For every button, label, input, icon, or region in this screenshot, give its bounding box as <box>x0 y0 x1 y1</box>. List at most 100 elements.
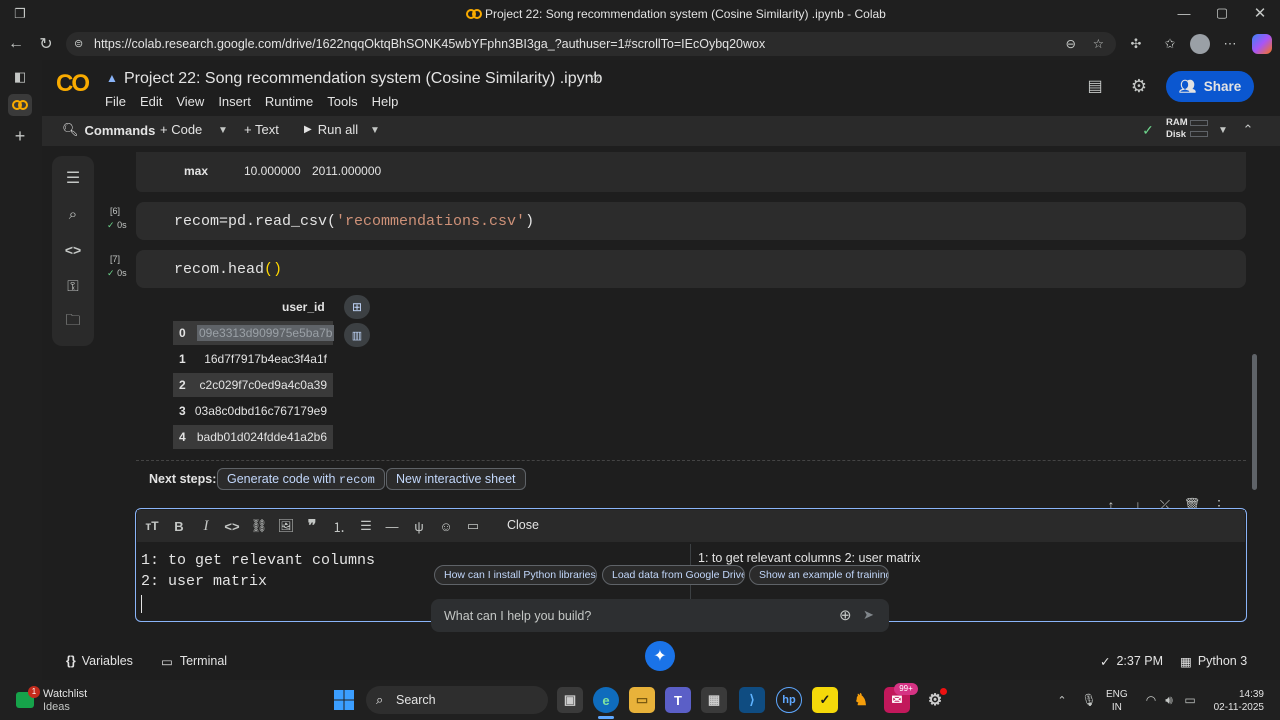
numbered-list-icon[interactable]: ⒈ <box>328 515 350 537</box>
code-format-icon[interactable]: <> <box>221 515 243 537</box>
terminal-button[interactable]: ▭ Terminal <box>161 654 227 669</box>
selected-cell[interactable]: 09e3313d909975e5ba7b <box>197 325 335 341</box>
toc-icon[interactable]: ☰ <box>62 168 84 188</box>
notebook-scrollbar[interactable] <box>1252 354 1257 490</box>
emoji-icon[interactable]: ☺ <box>435 515 457 537</box>
run-all-button[interactable]: ▶ Run all <box>304 122 358 137</box>
watchlist-widget[interactable]: Watchlist Ideas <box>43 688 87 714</box>
todo-check-icon[interactable]: ✓ <box>812 687 838 713</box>
latex-icon[interactable]: ψ <box>408 515 430 537</box>
task-view-icon[interactable]: ▣ <box>557 687 583 713</box>
suggestion-chip-3[interactable]: Show an example of training a <box>749 565 889 585</box>
battery-icon[interactable]: ▭ <box>1182 692 1198 708</box>
start-windows-icon[interactable] <box>333 689 355 711</box>
quote-icon[interactable]: ❞ <box>301 515 323 537</box>
reader-icon[interactable]: ⊖ <box>1066 32 1076 56</box>
menu-insert[interactable]: Insert <box>218 94 251 109</box>
tab-actions-icon[interactable]: ◧ <box>10 68 30 86</box>
add-code-button[interactable]: + Code <box>160 122 202 137</box>
language-indicator[interactable]: ENG IN <box>1106 688 1128 714</box>
menu-file[interactable]: File <box>105 94 126 109</box>
code-cell-7[interactable]: recom.head() <box>136 250 1246 288</box>
menu-runtime[interactable]: Runtime <box>265 94 313 109</box>
add-text-button[interactable]: + Text <box>244 122 279 137</box>
markdown-source[interactable]: 1: to get relevant columns 2: user matri… <box>141 550 375 613</box>
commands-button[interactable]: 🔍︎ Commands <box>62 122 155 138</box>
comments-icon[interactable]: ▤ <box>1084 76 1106 96</box>
new-interactive-sheet-chip[interactable]: New interactive sheet <box>386 468 526 490</box>
close-editor-button[interactable]: Close <box>507 518 539 532</box>
colab-logo[interactable]: CO <box>56 70 90 98</box>
secrets-key-icon[interactable]: ⚿ <box>62 276 84 296</box>
add-attachment-icon[interactable]: ⊕ <box>839 606 852 624</box>
new-tab-icon[interactable]: + <box>10 126 30 146</box>
taskbar-search[interactable]: ⌕ Search <box>366 686 548 714</box>
close-window-icon[interactable]: ✕ <box>1250 4 1270 22</box>
hp-icon[interactable]: hp <box>776 687 802 713</box>
menu-view[interactable]: View <box>176 94 204 109</box>
reload-icon[interactable]: ↻ <box>36 34 56 54</box>
favorite-icon[interactable]: ☆ <box>1093 32 1104 56</box>
teams-icon[interactable]: T <box>665 687 691 713</box>
notebook-title[interactable]: Project 22: Song recommendation system (… <box>124 70 602 88</box>
settings-icon[interactable]: ⚙ <box>1128 76 1150 96</box>
profile-avatar[interactable] <box>1190 34 1210 54</box>
share-button[interactable]: 👥︎ Share <box>1166 71 1254 102</box>
copilot-icon[interactable] <box>1252 34 1272 54</box>
bullet-list-icon[interactable]: ☰ <box>355 515 377 537</box>
menu-edit[interactable]: Edit <box>140 94 162 109</box>
wifi-icon[interactable]: ◠ <box>1144 692 1158 708</box>
calculator-icon[interactable]: ▦ <box>701 687 727 713</box>
suggestion-chip-1[interactable]: How can I install Python libraries? <box>434 565 597 585</box>
execution-status[interactable]: ✓ 2:37 PM <box>1100 654 1163 669</box>
tray-chevron-icon[interactable]: ⌃ <box>1055 692 1069 708</box>
favorites-icon[interactable]: ✩ <box>1160 34 1180 54</box>
vscode-icon[interactable]: ⟩ <box>739 687 765 713</box>
image-icon[interactable]: 🖼︎ <box>275 515 297 537</box>
tab-title[interactable]: Project 22: Song recommendation system (… <box>485 7 886 21</box>
file-explorer-icon[interactable]: ▭ <box>629 687 655 713</box>
resources-indicator[interactable]: RAM Disk <box>1166 117 1188 141</box>
bold-icon[interactable]: B <box>168 515 190 537</box>
app-flame-icon[interactable]: ♞ <box>848 687 874 713</box>
gemini-sparkle-button[interactable]: ✦ <box>645 641 675 671</box>
send-icon[interactable]: ➤ <box>863 607 874 623</box>
back-icon[interactable]: ← <box>6 34 26 54</box>
minimize-icon[interactable]: — <box>1174 4 1194 22</box>
preview-layout-icon[interactable]: ▭ <box>462 515 484 537</box>
code-dropdown-icon[interactable]: ▼ <box>216 122 230 138</box>
url-input[interactable]: ⊜ https://colab.research.google.com/driv… <box>66 32 1116 56</box>
menu-help[interactable]: Help <box>372 94 399 109</box>
vertical-tab-colab[interactable] <box>8 94 32 116</box>
menu-tools[interactable]: Tools <box>327 94 357 109</box>
find-icon[interactable]: ⌕ <box>62 204 84 224</box>
volume-icon[interactable]: 🔊︎ <box>1162 692 1176 708</box>
code-cell-6[interactable]: recom=pd.read_csv('recommendations.csv') <box>136 202 1246 240</box>
suggestion-chip-2[interactable]: Load data from Google Drive <box>602 565 745 585</box>
extensions-icon[interactable]: ✣ <box>1126 34 1146 54</box>
more-icon[interactable]: ⋯ <box>1220 34 1240 54</box>
star-icon[interactable]: ☆ <box>586 68 604 88</box>
horizontal-rule-icon[interactable]: — <box>381 515 403 537</box>
convert-table-icon[interactable]: ⊞ <box>344 295 370 319</box>
runtime-dropdown-icon[interactable]: ▼ <box>1216 122 1230 138</box>
run-dropdown-icon[interactable]: ▼ <box>368 122 382 138</box>
maximize-icon[interactable]: ▢ <box>1212 4 1232 22</box>
link-icon[interactable]: ⛓︎ <box>248 515 270 537</box>
files-folder-icon[interactable]: 🗀︎ <box>62 312 84 332</box>
microphone-icon[interactable]: 🎙︎ <box>1081 692 1096 708</box>
italic-icon[interactable]: I <box>195 515 217 537</box>
collapse-header-icon[interactable]: ⌃ <box>1240 122 1256 138</box>
clock[interactable]: 14:39 02-11-2025 <box>1208 688 1264 714</box>
workspaces-icon[interactable]: ❐ <box>10 5 30 23</box>
site-info-icon[interactable]: ⊜ <box>74 32 83 56</box>
heading-icon[interactable]: тT <box>141 515 163 537</box>
variables-button[interactable]: {} Variables <box>66 654 133 668</box>
kernel-status[interactable]: ▦ Python 3 <box>1180 654 1247 669</box>
gemini-prompt-input[interactable]: What can I help you build? ⊕ ➤ <box>431 599 889 632</box>
edge-browser-icon[interactable]: e <box>593 687 619 713</box>
code-snippets-icon[interactable]: <> <box>62 240 84 260</box>
table-header-user-id: user_id <box>282 300 325 314</box>
generate-code-chip[interactable]: Generate code with recom <box>217 468 385 490</box>
suggest-charts-icon[interactable]: ▥ <box>344 323 370 347</box>
